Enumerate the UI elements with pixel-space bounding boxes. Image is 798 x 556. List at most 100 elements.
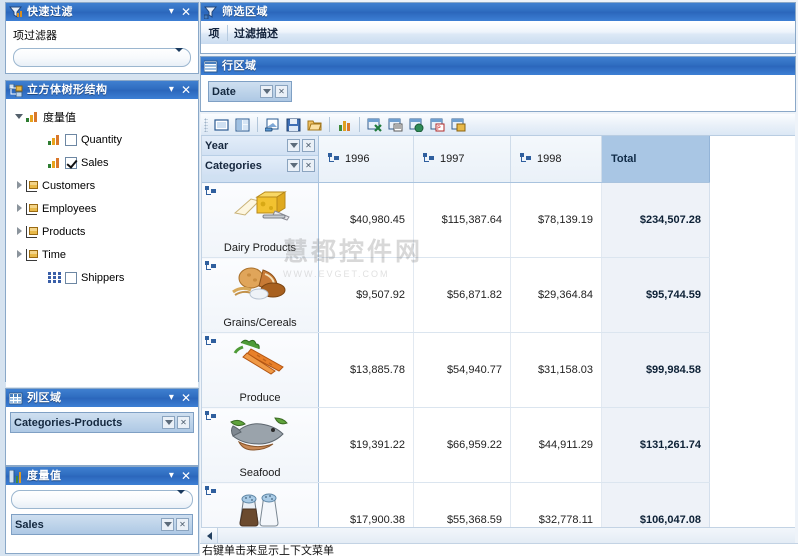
field-chip-sales[interactable]: Sales ✕	[11, 514, 193, 535]
panel-quick-filter-collapse-icon[interactable]: ▾	[169, 7, 174, 17]
expand-node-icon[interactable]	[205, 486, 216, 496]
tree-item-products[interactable]: Products	[12, 220, 198, 243]
panel-cube-tree-collapse-icon[interactable]: ▾	[169, 85, 174, 95]
status-bar: 右键单击来显示上下文菜单	[200, 543, 798, 556]
tree-item-employees[interactable]: Employees	[12, 197, 198, 220]
field-remove-button[interactable]: ✕	[177, 416, 190, 429]
data-cell[interactable]: $115,387.64	[413, 182, 511, 258]
column-header-total[interactable]: Total	[601, 136, 710, 183]
chevron-down-icon[interactable]	[175, 47, 183, 64]
tree-expander[interactable]	[12, 180, 26, 191]
data-cell[interactable]: $56,871.82	[413, 257, 511, 333]
expand-node-icon[interactable]	[205, 261, 216, 271]
column-header-1996[interactable]: 1996	[318, 136, 414, 183]
data-cell[interactable]: $66,959.22	[413, 407, 511, 483]
scroll-left-arrow-icon[interactable]	[201, 528, 218, 543]
tree-item-shippers[interactable]: Shippers	[12, 266, 198, 289]
field-filter-button[interactable]	[161, 518, 174, 531]
open-icon[interactable]	[305, 115, 324, 134]
field-chip-date[interactable]: Date ✕	[208, 81, 292, 102]
export-image-icon[interactable]	[449, 115, 468, 134]
grid-horizontal-scrollbar[interactable]	[201, 527, 795, 543]
item-filter-combo[interactable]	[13, 47, 191, 67]
total-cell[interactable]: $131,261.74	[601, 407, 710, 483]
field-chip-categories-products[interactable]: Categories-Products ✕	[10, 412, 194, 433]
data-cell[interactable]: $54,940.77	[413, 332, 511, 408]
export-pdf-icon[interactable]: P	[428, 115, 447, 134]
measures-combo[interactable]	[11, 489, 193, 509]
expand-node-icon[interactable]	[520, 153, 531, 163]
export-excel-icon[interactable]	[365, 115, 384, 134]
save-icon[interactable]	[284, 115, 303, 134]
data-cell[interactable]: $9,507.92	[318, 257, 414, 333]
chevron-down-icon[interactable]	[177, 489, 185, 506]
row-header-dairy-products[interactable]: Dairy Products	[202, 182, 319, 258]
tree-expander[interactable]	[12, 226, 26, 237]
field-filter-button[interactable]	[162, 416, 175, 429]
toolbar-grip[interactable]	[204, 117, 208, 132]
filter-column-item[interactable]: 项	[201, 25, 228, 41]
field-remove-button[interactable]: ✕	[176, 518, 189, 531]
corner-row-categories[interactable]: Categories ✕	[202, 155, 318, 175]
field-remove-button[interactable]: ✕	[275, 85, 288, 98]
filter-column-description[interactable]: 过滤描述	[228, 25, 795, 41]
data-cell[interactable]: $29,364.84	[510, 257, 602, 333]
grid-corner-header: Year ✕ Categories ✕	[202, 136, 319, 183]
clear-icon[interactable]	[263, 115, 282, 134]
field-filter-button[interactable]	[260, 85, 273, 98]
data-cell[interactable]: $13,885.78	[318, 332, 414, 408]
data-cell[interactable]: $78,139.19	[510, 182, 602, 258]
table-row[interactable]: Seafood $19,391.22 $66,959.22 $44,911.29 $13…	[202, 407, 710, 483]
header-remove-button[interactable]: ✕	[302, 139, 315, 152]
header-filter-button[interactable]	[287, 139, 300, 152]
tree-expander[interactable]	[12, 203, 26, 214]
select-all-icon[interactable]	[212, 115, 231, 134]
table-row[interactable]: Dairy Products $40,980.45 $115,387.64 $78,1…	[202, 182, 710, 258]
total-cell[interactable]: $234,507.28	[601, 182, 710, 258]
cheese-icon	[233, 191, 290, 221]
total-cell[interactable]: $95,744.59	[601, 257, 710, 333]
corner-row-year[interactable]: Year ✕	[202, 136, 318, 155]
tree-expander[interactable]	[12, 249, 26, 260]
panel-column-area-close-icon[interactable]: ✕	[181, 392, 191, 404]
tree-item-checkbox[interactable]	[65, 133, 77, 146]
row-header-grains-cereals[interactable]: Grains/Cereals	[202, 257, 319, 333]
tree-item-customers[interactable]: Customers	[12, 174, 198, 197]
tree-item--[interactable]: 度量值	[12, 105, 198, 128]
panel-measures-collapse-icon[interactable]: ▾	[169, 471, 174, 481]
tree-item-checkbox[interactable]	[65, 271, 77, 284]
carrot-icon	[233, 339, 284, 375]
panel-cube-tree-close-icon[interactable]: ✕	[181, 84, 191, 96]
expand-node-icon[interactable]	[423, 153, 434, 163]
panel-column-area-collapse-icon[interactable]: ▾	[169, 393, 174, 403]
export-text-icon[interactable]	[386, 115, 405, 134]
column-header-1997[interactable]: 1997	[413, 136, 511, 183]
data-cell[interactable]: $44,911.29	[510, 407, 602, 483]
tree-item-checkbox[interactable]	[65, 156, 77, 169]
row-header-seafood[interactable]: Seafood	[202, 407, 319, 483]
row-header-produce[interactable]: Produce	[202, 332, 319, 408]
total-cell[interactable]: $99,984.58	[601, 332, 710, 408]
header-filter-button[interactable]	[287, 159, 300, 172]
tree-expander[interactable]	[12, 112, 26, 121]
pivot-grid[interactable]: Year ✕ Categories ✕ 1996 1997 1998 Total Dairy P…	[201, 136, 795, 534]
column-header-1998[interactable]: 1998	[510, 136, 602, 183]
data-cell[interactable]: $40,980.45	[318, 182, 414, 258]
table-row[interactable]: Produce $13,885.78 $54,940.77 $31,158.03 $99…	[202, 332, 710, 408]
chart-icon[interactable]	[335, 115, 354, 134]
expand-node-icon[interactable]	[205, 186, 216, 196]
tree-item-sales[interactable]: Sales	[12, 151, 198, 174]
panel-measures-close-icon[interactable]: ✕	[181, 470, 191, 482]
expand-node-icon[interactable]	[205, 411, 216, 421]
data-cell[interactable]: $31,158.03	[510, 332, 602, 408]
expand-node-icon[interactable]	[328, 153, 339, 163]
layout-icon[interactable]	[233, 115, 252, 134]
table-row[interactable]: Grains/Cereals $9,507.92 $56,871.82 $29,364…	[202, 257, 710, 333]
export-html-icon[interactable]	[407, 115, 426, 134]
tree-item-time[interactable]: Time	[12, 243, 198, 266]
tree-item-quantity[interactable]: Quantity	[12, 128, 198, 151]
panel-quick-filter-close-icon[interactable]: ✕	[181, 6, 191, 18]
expand-node-icon[interactable]	[205, 336, 216, 346]
data-cell[interactable]: $19,391.22	[318, 407, 414, 483]
header-remove-button[interactable]: ✕	[302, 159, 315, 172]
